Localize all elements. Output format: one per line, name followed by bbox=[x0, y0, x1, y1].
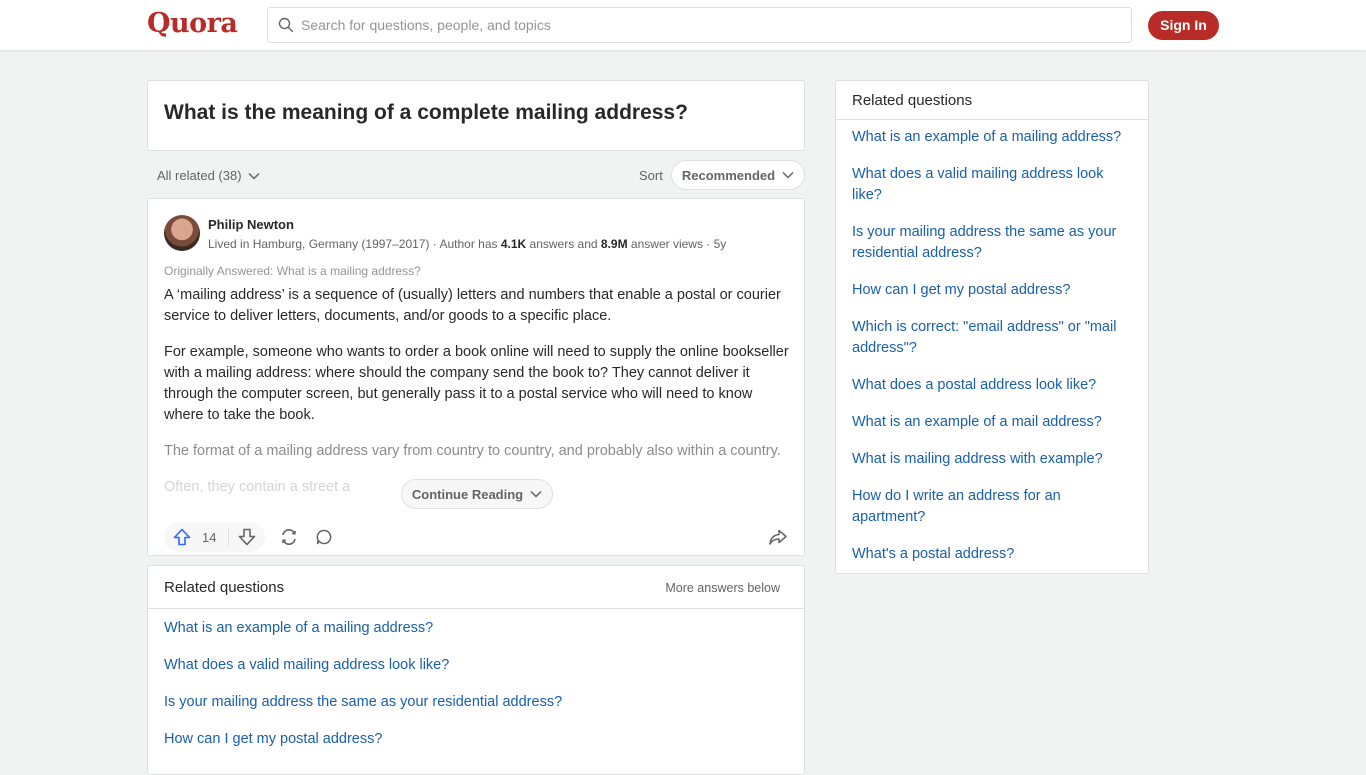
sort-value: Recommended bbox=[681, 167, 776, 183]
comment-icon[interactable] bbox=[315, 528, 333, 546]
answers-count: 4.1K bbox=[500, 237, 527, 251]
cred-mid: answers and bbox=[526, 237, 601, 251]
question-title: What is the meaning of a complete mailin… bbox=[164, 101, 688, 124]
related-title: Related questions bbox=[164, 579, 285, 596]
sidebar-header: Related questions bbox=[836, 81, 1148, 120]
upvote-count: 14 bbox=[202, 529, 217, 545]
sidebar-title: Related questions bbox=[852, 92, 973, 109]
upvote-icon[interactable] bbox=[172, 527, 192, 547]
sidebar-question-link[interactable]: Is your mailing address the same as your… bbox=[852, 222, 1132, 264]
related-question-link[interactable]: How can I get my postal address? bbox=[164, 729, 788, 750]
related-header: Related questions More answers below bbox=[148, 566, 804, 609]
related-question-link[interactable]: What does a valid mailing address look l… bbox=[164, 655, 788, 676]
author-credentials: Lived in Hamburg, Germany (1997–2017) · … bbox=[208, 237, 726, 251]
answer-filter-bar: All related (38) Sort Recommended bbox=[147, 160, 805, 190]
cred-suffix: answer views · 5y bbox=[627, 237, 727, 251]
sidebar-question-link[interactable]: What is mailing address with example? bbox=[852, 449, 1132, 470]
author-avatar[interactable] bbox=[164, 215, 200, 251]
sidebar-question-link[interactable]: How do I write an address for an apartme… bbox=[852, 486, 1132, 528]
sidebar-question-link[interactable]: What's a postal address? bbox=[852, 544, 1132, 565]
sort-label: Sort bbox=[639, 168, 663, 183]
downvote-icon[interactable] bbox=[237, 527, 257, 547]
chevron-down-icon bbox=[530, 490, 542, 498]
sidebar-question-link[interactable]: What does a postal address look like? bbox=[852, 375, 1132, 396]
continue-reading-button[interactable]: Continue Reading bbox=[401, 479, 553, 509]
chevron-down-icon bbox=[782, 171, 794, 179]
vote-divider bbox=[228, 528, 230, 546]
sign-in-button[interactable]: Sign In bbox=[1148, 11, 1219, 40]
sidebar-question-link[interactable]: Which is correct: "email address" or "ma… bbox=[852, 317, 1132, 359]
related-question-link[interactable]: What is an example of a mailing address? bbox=[164, 618, 788, 639]
chevron-down-icon bbox=[248, 172, 260, 180]
sidebar-list: What is an example of a mailing address?… bbox=[836, 120, 1148, 565]
answer-paragraph: A ‘mailing address’ is a sequence of (us… bbox=[164, 287, 781, 324]
author-name[interactable]: Philip Newton bbox=[208, 217, 294, 232]
search-input[interactable] bbox=[301, 17, 1121, 33]
continue-reading-label: Continue Reading bbox=[411, 486, 524, 502]
answer-paragraph: For example, someone who wants to order … bbox=[164, 344, 789, 423]
cred-prefix: Lived in Hamburg, Germany (1997–2017) · … bbox=[208, 237, 501, 251]
question-card: What is the meaning of a complete mailin… bbox=[147, 80, 805, 151]
related-questions-inline: Related questions More answers below Wha… bbox=[147, 565, 805, 775]
related-question-link[interactable]: Is your mailing address the same as your… bbox=[164, 692, 788, 713]
sidebar-question-link[interactable]: What does a valid mailing address look l… bbox=[852, 164, 1132, 206]
share-icon[interactable] bbox=[768, 527, 788, 547]
search-bar[interactable] bbox=[267, 7, 1132, 43]
quora-logo[interactable]: Quora bbox=[147, 8, 238, 39]
views-count: 8.9M bbox=[600, 237, 628, 251]
originally-answered[interactable]: Originally Answered: What is a mailing a… bbox=[164, 264, 421, 278]
more-answers-below: More answers below bbox=[665, 581, 780, 595]
all-related-label: All related (38) bbox=[157, 168, 242, 183]
vote-group: 14 bbox=[164, 522, 266, 552]
answer-actions: 14 bbox=[164, 522, 333, 552]
sidebar-question-link[interactable]: How can I get my postal address? bbox=[852, 280, 1132, 301]
sidebar-question-link[interactable]: What is an example of a mailing address? bbox=[852, 127, 1132, 148]
top-navbar: Quora Sign In bbox=[0, 0, 1366, 50]
sidebar-question-link[interactable]: What is an example of a mail address? bbox=[852, 412, 1132, 433]
share-repost-icon[interactable] bbox=[279, 527, 299, 547]
related-list: What is an example of a mailing address?… bbox=[148, 609, 804, 750]
all-related-dropdown[interactable]: All related (38) bbox=[157, 168, 260, 183]
related-questions-sidebar: Related questions What is an example of … bbox=[835, 80, 1149, 574]
answer-paragraph: The format of a mailing address vary fro… bbox=[164, 443, 781, 459]
sort-dropdown[interactable]: Recommended bbox=[671, 160, 805, 190]
search-icon bbox=[278, 17, 294, 33]
answer-card: Philip Newton Lived in Hamburg, Germany … bbox=[147, 198, 805, 556]
